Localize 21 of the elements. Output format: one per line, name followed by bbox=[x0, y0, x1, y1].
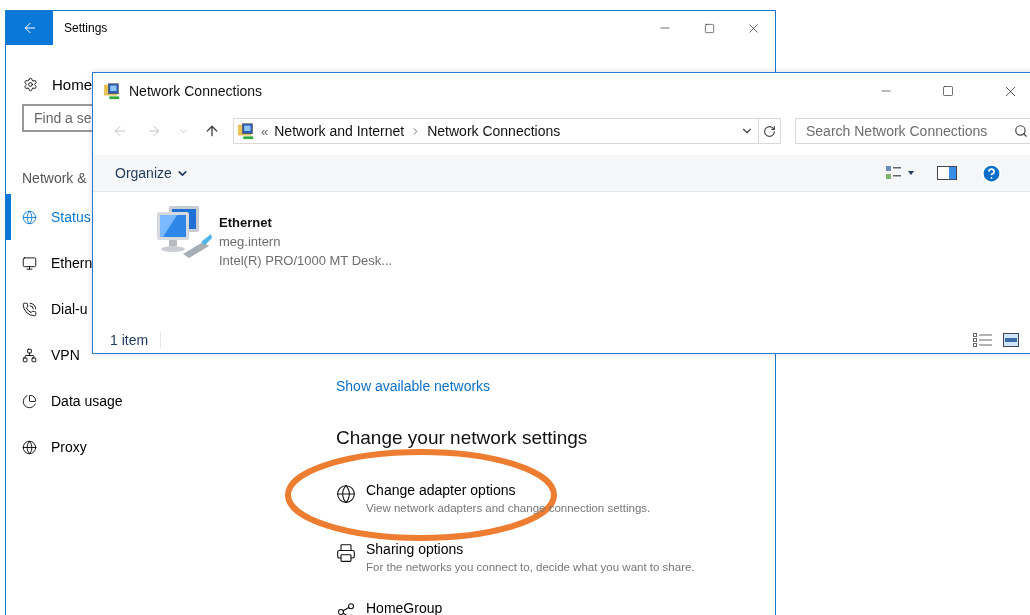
option-description: View network adapters and change connection settings. bbox=[366, 502, 651, 514]
sidebar-item[interactable]: Proxy bbox=[6, 424, 87, 470]
organize-button[interactable]: Organize bbox=[115, 165, 189, 181]
window-title: Settings bbox=[64, 21, 109, 35]
sidebar-item[interactable]: Data usage bbox=[6, 378, 123, 424]
option-link[interactable]: Sharing options bbox=[366, 541, 695, 557]
address-bar[interactable]: « Network and Internet Network Connections bbox=[233, 118, 781, 144]
option-link[interactable]: Change adapter options bbox=[366, 482, 651, 498]
sidebar-item[interactable]: Ethern bbox=[6, 240, 93, 286]
home-link[interactable]: Home bbox=[52, 75, 92, 93]
search-field[interactable]: Search Network Connections bbox=[795, 118, 1030, 144]
sidebar-item[interactable]: VPN bbox=[6, 332, 80, 378]
connection-item[interactable]: Ethernet meg.intern Intel(R) PRO/1000 MT Desk... bbox=[155, 204, 1030, 270]
section-heading: Change your network settings bbox=[336, 427, 588, 449]
window-title: Network Connections bbox=[129, 83, 264, 99]
sidebar-item[interactable]: Dial-u bbox=[6, 286, 88, 332]
section-title: Network & bbox=[22, 170, 87, 186]
item-count: 1 item bbox=[110, 332, 162, 348]
option-link[interactable]: HomeGroup bbox=[366, 600, 443, 615]
show-networks-link[interactable]: Show available networks bbox=[336, 378, 491, 394]
option-description: For the networks you connect to, decide what you want to share. bbox=[366, 561, 695, 573]
